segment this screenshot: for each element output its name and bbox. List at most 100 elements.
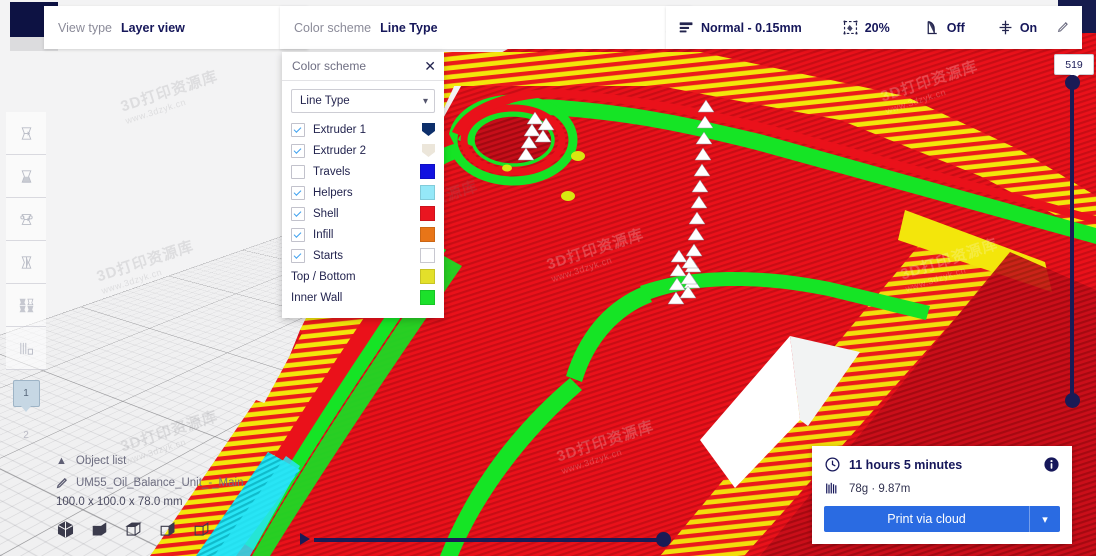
view-front-icon[interactable] <box>90 520 109 539</box>
color-scheme-value: Line Type <box>380 20 438 35</box>
adhesion-setting[interactable]: On <box>997 19 1037 36</box>
color-scheme-select-value: Line Type <box>300 95 350 107</box>
legend-item-extruder-1[interactable]: Extruder 1 <box>291 119 435 140</box>
layer-slider-lower-handle[interactable] <box>1065 393 1080 408</box>
layer-slider-track[interactable] <box>1070 75 1074 400</box>
info-icon[interactable] <box>1043 456 1060 473</box>
mirror-tool[interactable] <box>6 241 46 284</box>
clock-icon <box>824 456 841 473</box>
print-info-card[interactable]: 11 hours 5 minutes 78g · 9.87m Print via… <box>812 446 1072 544</box>
checkbox[interactable] <box>291 164 305 179</box>
object-list-panel[interactable]: ▲ Object list UM55_Oil_Balance_Unit_-_Ma… <box>56 455 316 539</box>
view-type-panel[interactable]: View type Layer view ‹ <box>44 6 308 49</box>
support-value: Off <box>946 20 965 35</box>
per-model-settings-icon <box>18 297 35 314</box>
color-swatch <box>420 227 435 242</box>
legend-item-shell[interactable]: Shell <box>291 203 435 224</box>
rotate-tool[interactable] <box>6 198 46 241</box>
adhesion-icon <box>997 19 1014 36</box>
legend-label: Top / Bottom <box>291 270 356 283</box>
object-list-model-row[interactable]: UM55_Oil_Balance_Unit_-_Main <box>56 476 316 489</box>
view-type-value: Layer view <box>120 20 185 35</box>
view-3d-icon[interactable] <box>56 520 75 539</box>
adhesion-value: On <box>1019 20 1038 35</box>
object-list-header[interactable]: ▲ Object list <box>56 455 316 467</box>
chevron-down-icon: ▾ <box>422 95 428 107</box>
legend-list: Extruder 1 Extruder 2 Travels Helpers Sh… <box>291 119 435 308</box>
tool-sidebar[interactable] <box>6 112 46 370</box>
legend-item-inner-wall: Inner Wall <box>291 287 435 308</box>
layer-slider[interactable]: 519 <box>1054 54 1094 412</box>
color-swatch <box>420 185 435 200</box>
legend-item-infill[interactable]: Infill <box>291 224 435 245</box>
legend-label: Extruder 2 <box>313 144 367 157</box>
legend-label: Shell <box>313 207 339 220</box>
scale-tool[interactable] <box>6 155 46 198</box>
legend-label: Travels <box>313 165 351 178</box>
color-swatch <box>420 206 435 221</box>
extruder-badge-1-pin: 1 <box>12 379 40 412</box>
checkbox[interactable] <box>291 248 305 263</box>
print-time-value: 11 hours 5 minutes <box>849 457 963 472</box>
checkbox[interactable] <box>291 143 305 158</box>
extruder-badge-2[interactable]: 2 <box>6 414 46 456</box>
move-tool[interactable] <box>6 112 46 155</box>
view-orientation-buttons[interactable] <box>56 520 316 539</box>
checkbox[interactable] <box>291 122 305 137</box>
layer-slider-upper-handle[interactable] <box>1065 75 1080 90</box>
support-icon <box>924 19 941 36</box>
pencil-icon[interactable] <box>56 476 69 489</box>
color-swatch <box>420 290 435 305</box>
print-settings-panel[interactable]: Normal - 0.15mm 20% Off On <box>666 6 1082 49</box>
legend-item-top-bottom: Top / Bottom <box>291 266 435 287</box>
pencil-icon[interactable] <box>1057 20 1070 36</box>
color-swatch <box>422 123 435 136</box>
checkbox[interactable] <box>291 227 305 242</box>
color-scheme-select[interactable]: Line Type ▾ <box>291 89 435 113</box>
color-scheme-popup-header: Color scheme ✕ <box>282 52 444 81</box>
profile-value: Normal - 0.15mm <box>701 20 802 35</box>
color-scheme-label: Color scheme <box>294 20 372 35</box>
support-blocker-tool[interactable] <box>6 327 46 370</box>
print-via-cloud-label: Print via cloud <box>887 512 966 526</box>
path-slider-track[interactable] <box>314 538 664 542</box>
chevron-down-icon[interactable]: ▾ <box>1029 506 1060 532</box>
checkbox[interactable] <box>291 185 305 200</box>
extruder-badge-1[interactable]: 1 <box>6 372 46 414</box>
legend-item-helpers[interactable]: Helpers <box>291 182 435 203</box>
extruder-badge-2-pin: 2 <box>23 429 29 441</box>
legend-item-extruder-2[interactable]: Extruder 2 <box>291 140 435 161</box>
color-swatch <box>420 269 435 284</box>
per-model-settings-tool[interactable] <box>6 284 46 327</box>
support-blocker-icon <box>18 340 35 357</box>
filament-icon <box>824 480 841 497</box>
checkbox[interactable] <box>291 206 305 221</box>
print-via-cloud-button[interactable]: Print via cloud ▾ <box>824 506 1060 532</box>
legend-item-starts[interactable]: Starts <box>291 245 435 266</box>
infill-icon <box>842 19 859 36</box>
view-right-icon[interactable] <box>192 520 211 539</box>
layer-slider-value: 519 <box>1054 54 1094 79</box>
infill-setting[interactable]: 20% <box>842 19 890 36</box>
color-swatch <box>420 248 435 263</box>
path-slider[interactable] <box>300 530 680 550</box>
close-icon[interactable]: ✕ <box>424 59 436 73</box>
legend-item-travels[interactable]: Travels <box>291 161 435 182</box>
legend-label: Inner Wall <box>291 291 343 304</box>
support-setting[interactable]: Off <box>924 19 965 36</box>
path-slider-handle[interactable] <box>656 532 671 547</box>
color-scheme-popup[interactable]: Color scheme ✕ Line Type ▾ Extruder 1 Ex… <box>282 52 444 318</box>
chevron-up-icon[interactable]: ▲ <box>56 455 67 467</box>
print-time-row: 11 hours 5 minutes <box>824 456 1060 473</box>
infill-value: 20% <box>864 20 890 35</box>
color-swatch <box>422 144 435 157</box>
material-value: 78g · 9.87m <box>849 482 911 495</box>
profile-setting[interactable]: Normal - 0.15mm <box>678 19 802 36</box>
view-left-icon[interactable] <box>158 520 177 539</box>
view-top-icon[interactable] <box>124 520 143 539</box>
legend-label: Starts <box>313 249 344 262</box>
color-swatch <box>420 164 435 179</box>
layer-height-icon <box>678 19 695 36</box>
color-scheme-panel-header[interactable]: Color scheme Line Type <box>280 6 692 49</box>
color-scheme-popup-title: Color scheme <box>292 59 367 73</box>
